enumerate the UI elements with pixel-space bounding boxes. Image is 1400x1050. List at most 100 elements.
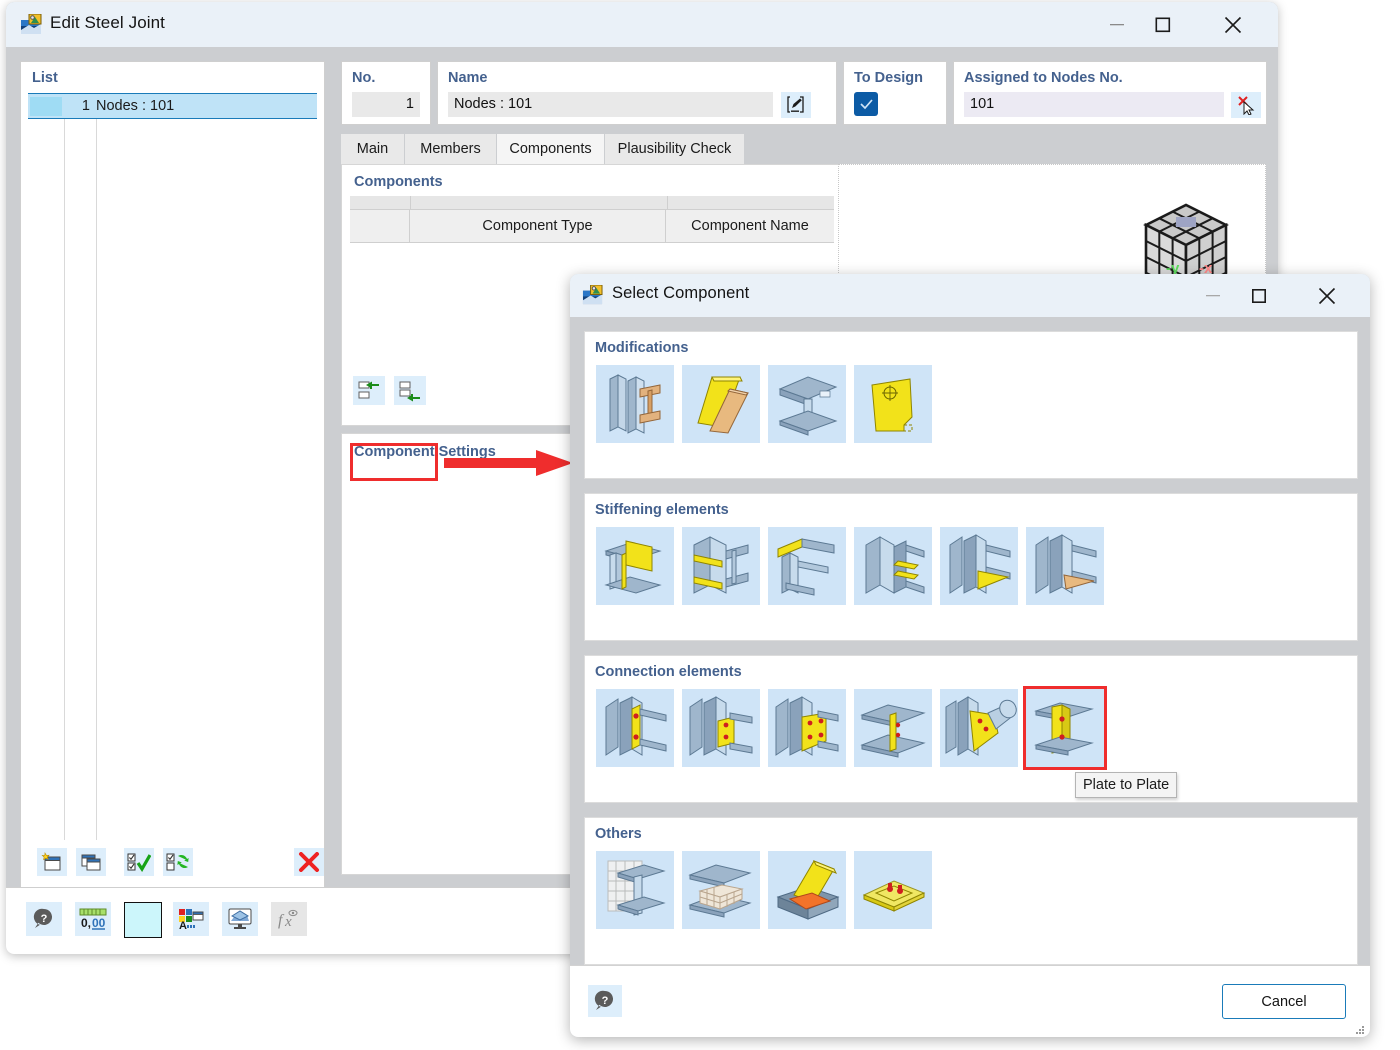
svg-text:?: ? — [602, 995, 609, 1007]
annotation-red-arrow — [444, 450, 574, 476]
select-dialog-title: Select Component — [612, 284, 750, 302]
member-cut-thumb[interactable] — [596, 365, 674, 443]
tab-main[interactable]: Main — [341, 134, 404, 164]
cancel-button[interactable]: Cancel — [1222, 984, 1346, 1019]
multiple-stiffeners-thumb[interactable] — [854, 527, 932, 605]
list-item-label: Nodes : 101 — [96, 98, 175, 114]
help-icon[interactable]: ? — [26, 902, 62, 936]
list-item-number: 1 — [81, 98, 90, 114]
category-connection-elements: Connection elements — [584, 655, 1358, 803]
select-dialog-title-bar[interactable]: Select Component — [570, 274, 1370, 317]
thumb-row — [596, 686, 1107, 770]
flange-stiffener-thumb[interactable] — [682, 527, 760, 605]
color-swatch-icon[interactable] — [124, 902, 162, 938]
assigned-nodes-field-box: Assigned to Nodes No. 101 — [953, 61, 1267, 125]
table-header-row: Component Type Component Name — [350, 210, 834, 243]
color-swatch — [30, 96, 62, 116]
gusset-plate-thumb[interactable] — [940, 689, 1018, 767]
steel-joint-icon — [582, 284, 603, 305]
tab-label: Plausibility Check — [617, 141, 732, 157]
table-col-component-type: Component Type — [410, 210, 666, 242]
tooltip-text: Plate to Plate — [1083, 777, 1170, 793]
tooltip: Plate to Plate — [1075, 772, 1178, 798]
no-value[interactable]: 1 — [352, 92, 420, 117]
new-window-icon[interactable] — [37, 848, 67, 876]
member-notch-thumb[interactable] — [768, 365, 846, 443]
bolt-grid-thumb[interactable] — [854, 851, 932, 929]
category-others: Others — [584, 817, 1358, 965]
no-field-box: No. 1 — [341, 61, 431, 125]
maximize-icon[interactable] — [1236, 274, 1282, 317]
render-view-icon[interactable] — [222, 902, 258, 936]
weld-thumb[interactable] — [768, 851, 846, 929]
category-title: Stiffening elements — [595, 502, 729, 518]
tab-members[interactable]: Members — [405, 134, 496, 164]
end-plate-thumb[interactable] — [596, 689, 674, 767]
checkmark-list-icon[interactable] — [124, 848, 154, 876]
list-panel: List 1 Nodes : 101 — [20, 61, 325, 889]
close-icon[interactable] — [1210, 2, 1256, 47]
surface-thumb[interactable] — [596, 851, 674, 929]
text-color-icon[interactable]: A — [173, 902, 209, 936]
to-design-label: To Design — [854, 70, 924, 86]
tab-plausibility-check[interactable]: Plausibility Check — [605, 134, 744, 164]
help-icon[interactable]: ? — [588, 985, 622, 1017]
tab-components[interactable]: Components — [497, 134, 604, 164]
to-design-field-box: To Design — [843, 61, 947, 125]
main-title-bar[interactable]: Edit Steel Joint — [6, 2, 1278, 48]
minimize-icon[interactable] — [1190, 274, 1236, 317]
fin-plate-thumb[interactable] — [682, 689, 760, 767]
resize-grip-icon[interactable] — [1355, 1023, 1365, 1034]
thumb-row — [596, 851, 932, 929]
decimal-places-icon[interactable]: 0, 00 — [75, 902, 111, 936]
bolted-plate-thumb[interactable] — [768, 689, 846, 767]
select-dialog-body: Modifications Stiffening elements Connec… — [570, 317, 1370, 1037]
table-col-index — [350, 210, 410, 242]
fx-icon: f x — [271, 902, 307, 936]
thumb-row — [596, 365, 932, 443]
annotation-red-box — [350, 443, 438, 481]
select-component-dialog: Select Component Modifications Stiffenin… — [570, 274, 1370, 1037]
assigned-nodes-value[interactable]: 101 — [964, 92, 1224, 117]
name-value[interactable]: Nodes : 101 — [448, 92, 773, 117]
insert-row-up-icon[interactable] — [353, 376, 385, 405]
insert-row-down-icon[interactable] — [394, 376, 426, 405]
solid-thumb[interactable] — [682, 851, 760, 929]
category-title: Modifications — [595, 340, 689, 356]
cap-plate-thumb[interactable] — [768, 527, 846, 605]
tab-bar: Main Members Components Plausibility Che… — [341, 134, 1270, 164]
tapered-haunch-thumb[interactable] — [1026, 527, 1104, 605]
red-x-icon[interactable] — [294, 848, 324, 876]
category-title: Others — [595, 826, 642, 842]
select-dialog-footer: ? Cancel — [570, 965, 1370, 1037]
tab-label: Main — [356, 141, 389, 157]
joint-list[interactable]: 1 Nodes : 101 — [28, 93, 317, 840]
pick-cursor-icon[interactable] — [1231, 92, 1261, 118]
plate-chamfer-thumb[interactable] — [682, 365, 760, 443]
category-title: Connection elements — [595, 664, 742, 680]
web-stiffener-thumb[interactable] — [596, 527, 674, 605]
thumb-row — [596, 527, 1104, 605]
copy-window-icon[interactable] — [76, 848, 106, 876]
name-field-box: Name Nodes : 101 — [437, 61, 837, 125]
maximize-icon[interactable] — [1140, 2, 1186, 47]
svg-text:00: 00 — [92, 916, 106, 930]
list-item[interactable]: 1 Nodes : 101 — [28, 93, 317, 119]
minimize-icon[interactable] — [1094, 2, 1140, 47]
category-modifications: Modifications — [584, 331, 1358, 479]
table-subheader — [350, 196, 834, 210]
edit-pencil-icon[interactable] — [781, 92, 811, 118]
haunch-thumb[interactable] — [940, 527, 1018, 605]
close-icon[interactable] — [1304, 274, 1350, 317]
splice-plate-thumb[interactable] — [854, 689, 932, 767]
plate-to-plate-thumb[interactable] — [1023, 686, 1107, 770]
plate-opening-thumb[interactable] — [854, 365, 932, 443]
category-stiffening-elements: Stiffening elements — [584, 493, 1358, 641]
components-table[interactable]: Component Type Component Name — [350, 196, 834, 248]
steel-joint-icon — [20, 13, 42, 35]
svg-text:x: x — [284, 914, 292, 930]
tab-label: Members — [420, 141, 481, 157]
to-design-checkbox[interactable] — [854, 92, 878, 116]
tab-label: Components — [509, 141, 592, 157]
refresh-check-icon[interactable] — [163, 848, 193, 876]
